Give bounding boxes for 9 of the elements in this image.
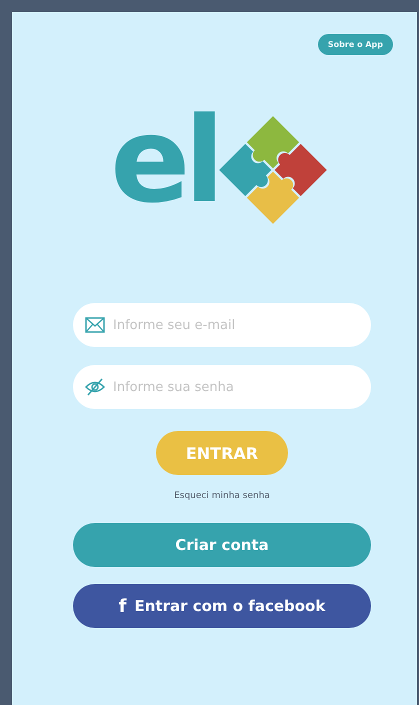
facebook-login-button[interactable]: f Entrar com o facebook	[73, 584, 371, 628]
logo-text: el	[110, 101, 219, 219]
create-account-button[interactable]: Criar conta	[73, 523, 371, 567]
email-field[interactable]: Informe seu e-mail	[73, 303, 371, 347]
puzzle-icon	[216, 114, 329, 226]
password-field[interactable]: Informe sua senha	[73, 365, 371, 409]
about-app-button[interactable]: Sobre o App	[318, 34, 393, 55]
forgot-password-link[interactable]: Esqueci minha senha	[174, 491, 270, 501]
login-button[interactable]: ENTRAR	[156, 431, 288, 475]
